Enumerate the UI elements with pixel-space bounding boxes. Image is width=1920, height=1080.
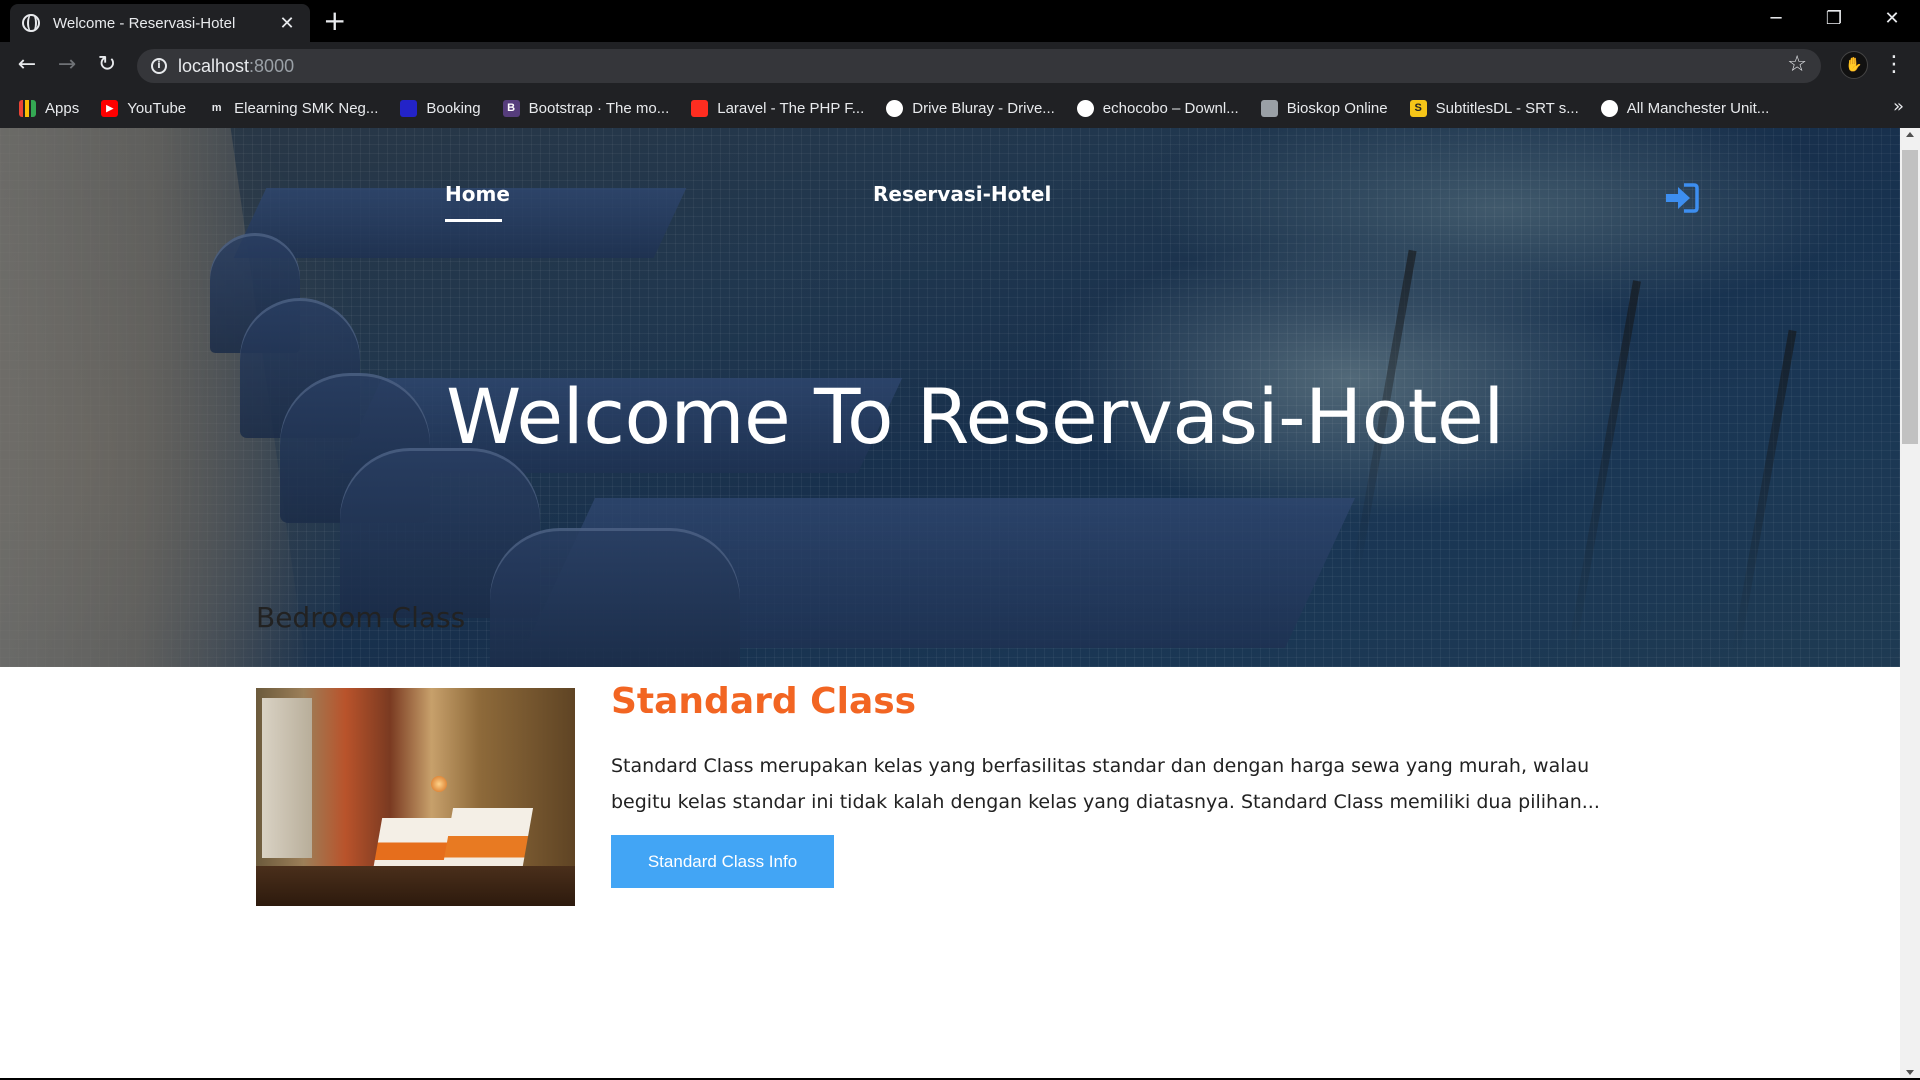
room-class-description: Standard Class merupakan kelas yang berf… [611, 755, 1600, 813]
extension-icon[interactable]: ✋ [1840, 51, 1868, 79]
bookmark-item[interactable]: m Elearning SMK Neg... [208, 99, 379, 117]
tab-close-icon[interactable]: ✕ [276, 13, 298, 34]
tab-title: Welcome - Reservasi-Hotel [53, 14, 236, 32]
bookmark-item[interactable]: Bioskop Online [1260, 99, 1388, 117]
restore-button[interactable]: ❐ [1806, 0, 1862, 38]
close-window-button[interactable]: ✕ [1864, 0, 1920, 38]
tab-strip: Welcome - Reservasi-Hotel ✕ + ─ ❐ ✕ [0, 0, 1920, 42]
bookmark-label: Elearning SMK Neg... [234, 99, 379, 117]
nav-active-underline [445, 219, 502, 222]
bookmark-item[interactable]: ▶ YouTube [101, 99, 187, 117]
browser-menu-icon[interactable]: ⋮ [1882, 51, 1906, 79]
bookmarks-bar: Apps ▶ YouTube m Elearning SMK Neg... Booking… [0, 88, 1920, 128]
scroll-up-icon[interactable] [1906, 132, 1914, 137]
bookmark-label: Apps [45, 99, 80, 117]
bookmark-label: Bootstrap · The mo... [528, 99, 670, 117]
bookmarks-overflow-icon[interactable]: » [1893, 96, 1904, 117]
bookmark-star-icon[interactable]: ☆ [1787, 52, 1807, 77]
booking-icon [400, 99, 418, 117]
bookmark-label: SubtitlesDL - SRT s... [1435, 99, 1579, 117]
hero-title: Welcome To Reservasi-Hotel [446, 372, 1504, 461]
back-button[interactable]: ← [12, 50, 42, 80]
brand-link[interactable]: Reservasi-Hotel [873, 182, 1051, 206]
scrollbar-thumb[interactable] [1902, 150, 1918, 444]
bookmark-item[interactable]: Booking [400, 99, 481, 117]
info-icon[interactable]: i [151, 58, 167, 74]
elearning-icon: m [208, 99, 226, 117]
section-title: Bedroom Class [256, 601, 466, 634]
sign-in-icon[interactable] [1664, 182, 1700, 214]
bookmark-item[interactable]: All Manchester Unit... [1600, 99, 1770, 117]
bookmark-item[interactable]: S SubtitlesDL - SRT s... [1409, 99, 1579, 117]
room-class-title[interactable]: Standard Class [611, 681, 916, 722]
browser-toolbar: ← → ↻ i localhost:8000 ☆ ✋ ⋮ [0, 42, 1920, 88]
hero-banner: Home Reservasi-Hotel Welcome To Reservas… [0, 128, 1900, 667]
globe-icon [22, 14, 40, 32]
youtube-icon: ▶ [101, 99, 119, 117]
subtitles-icon: S [1409, 99, 1427, 117]
browser-tab[interactable]: Welcome - Reservasi-Hotel ✕ [10, 4, 310, 42]
reload-button[interactable]: ↻ [92, 50, 122, 80]
url-port: :8000 [249, 56, 295, 76]
url-text[interactable]: localhost:8000 [178, 56, 294, 77]
address-bar[interactable]: i localhost:8000 ☆ [137, 49, 1821, 83]
lounger-background [490, 528, 740, 667]
bioskop-icon [1260, 99, 1278, 117]
bookmark-item[interactable]: Apps [19, 99, 80, 117]
apps-grid-icon [19, 99, 36, 117]
room-info-button[interactable]: Standard Class Info [611, 835, 834, 888]
drive-bluray-icon [886, 99, 904, 117]
man-utd-icon [1600, 99, 1618, 117]
forward-button[interactable]: → [52, 50, 82, 80]
page-scrollbar[interactable] [1900, 128, 1920, 1079]
scroll-down-icon[interactable] [1906, 1070, 1914, 1075]
bookmark-item[interactable]: Laravel - The PHP F... [691, 99, 865, 117]
new-tab-button[interactable]: + [323, 7, 346, 35]
nav-home-link[interactable]: Home [445, 182, 510, 206]
url-host: localhost [178, 56, 250, 76]
standard-room-photo [256, 688, 575, 906]
laravel-icon [691, 99, 709, 117]
bookmark-label: echocobo – Downl... [1102, 99, 1239, 117]
bookmark-item[interactable]: Drive Bluray - Drive... [886, 99, 1055, 117]
bootstrap-icon: B [502, 99, 520, 117]
bookmark-label: Laravel - The PHP F... [717, 99, 865, 117]
bookmark-label: Booking [426, 99, 481, 117]
minimize-button[interactable]: ─ [1748, 0, 1804, 38]
echocobo-icon [1076, 99, 1094, 117]
bookmark-item[interactable]: echocobo – Downl... [1076, 99, 1239, 117]
bookmark-label: Drive Bluray - Drive... [912, 99, 1055, 117]
bookmark-item[interactable]: B Bootstrap · The mo... [502, 99, 670, 117]
bookmark-label: All Manchester Unit... [1626, 99, 1770, 117]
bookmark-label: YouTube [127, 99, 187, 117]
bookmark-label: Bioskop Online [1286, 99, 1388, 117]
